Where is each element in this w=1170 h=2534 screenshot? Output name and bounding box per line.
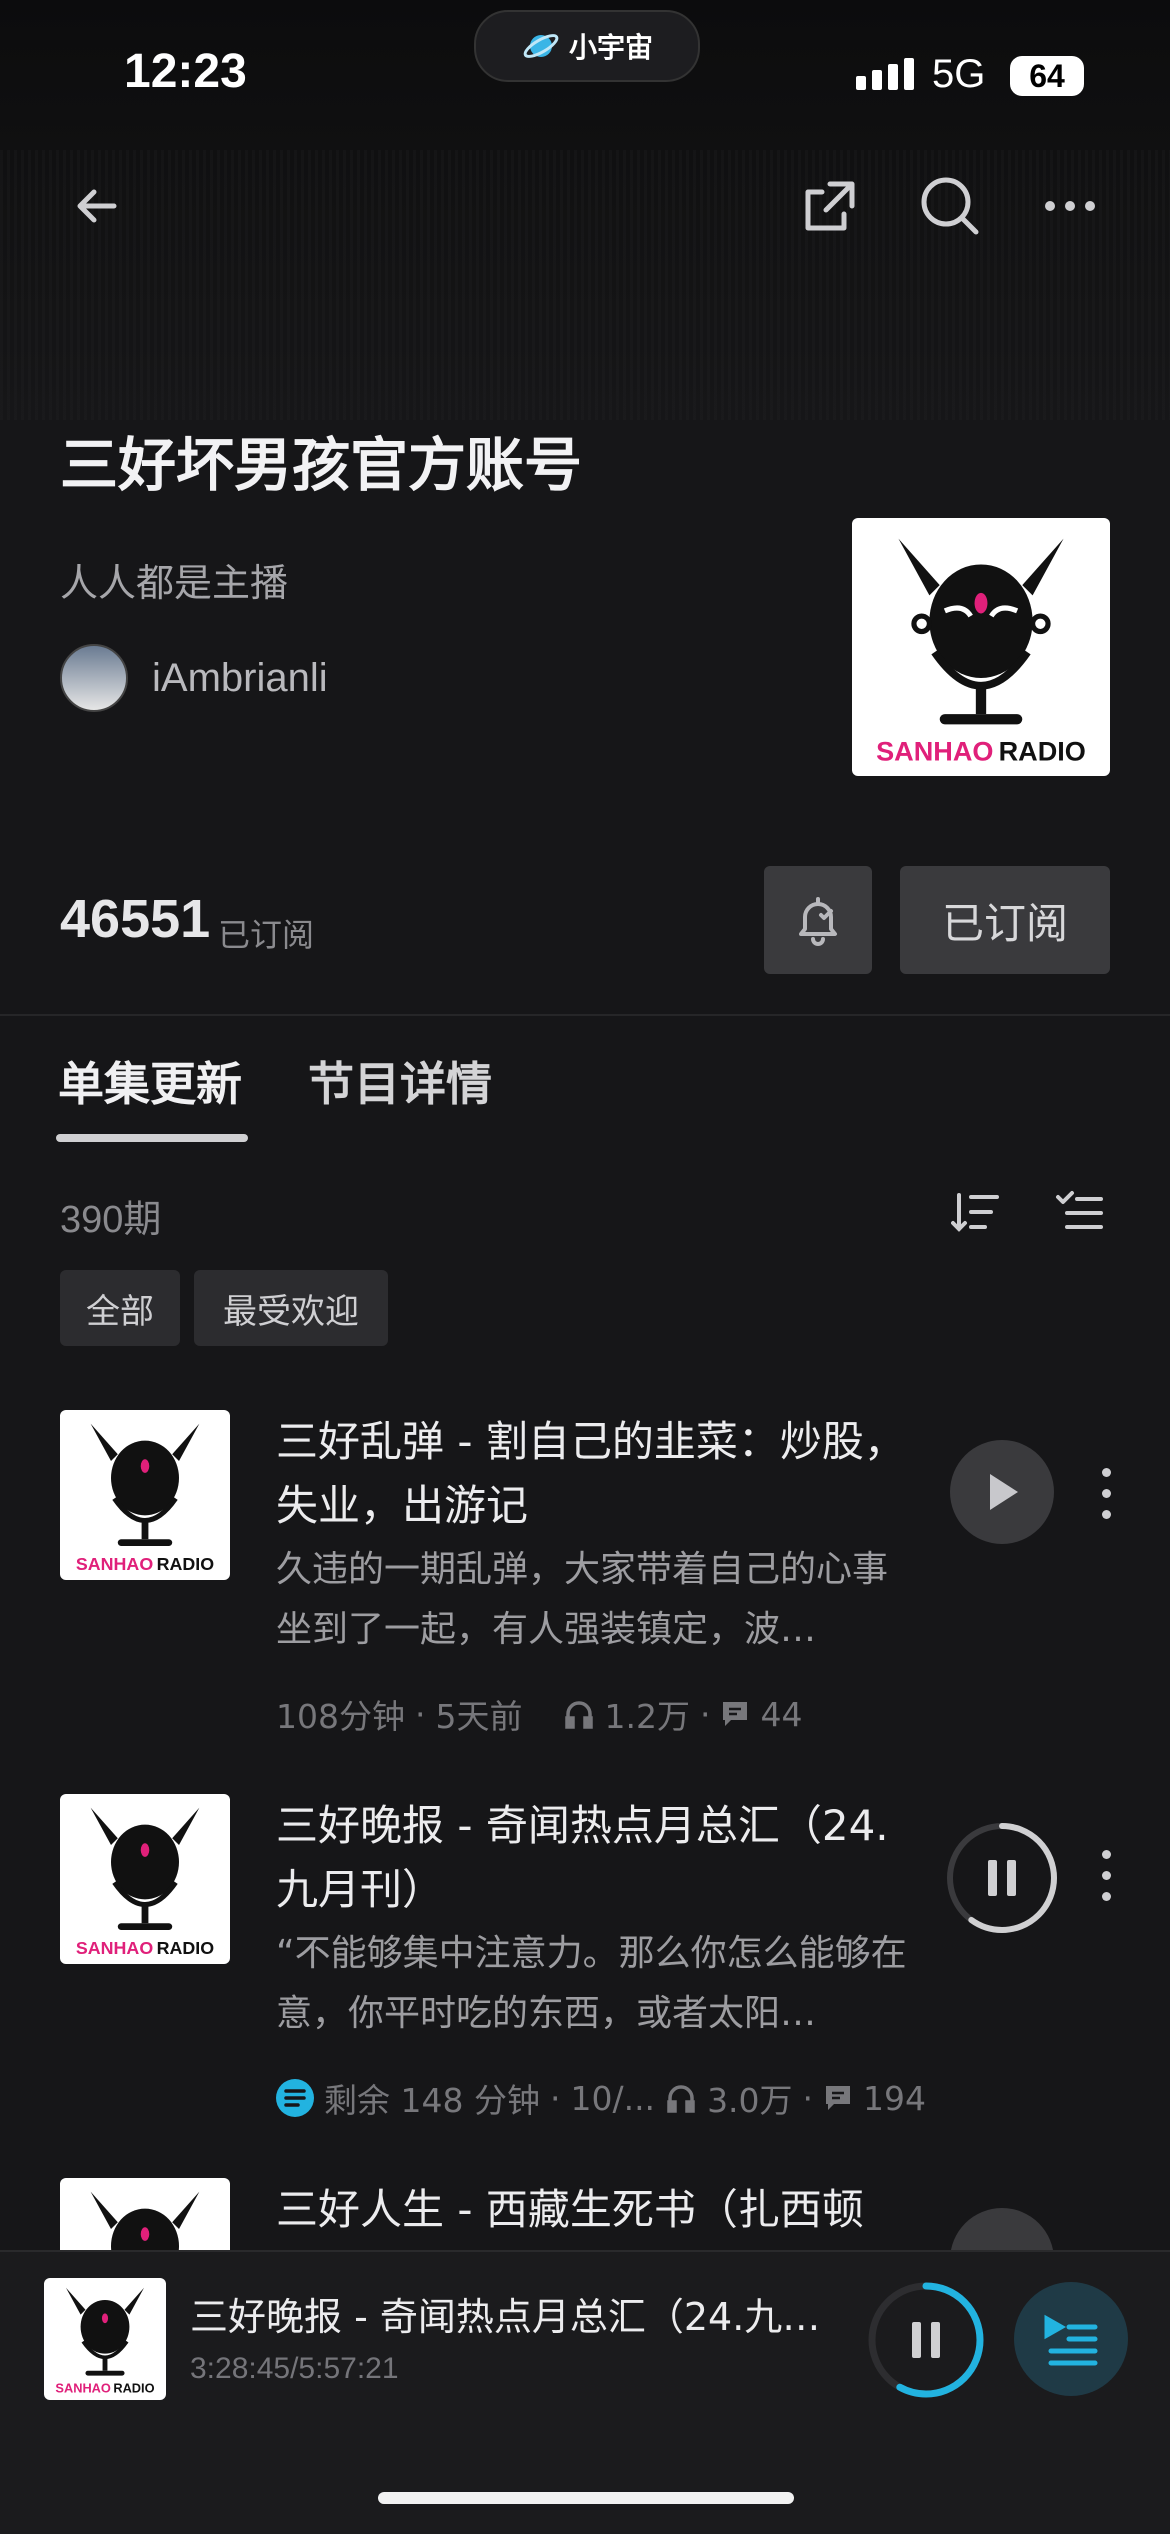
- episode-cover[interactable]: SANHAO RADIO: [60, 1410, 230, 1580]
- meta-separator: ·: [802, 2078, 814, 2118]
- episode-title[interactable]: 三好人生 - 西藏生死书（扎西顿: [276, 2178, 916, 2242]
- comment-icon: [826, 2086, 851, 2110]
- cover-text-b: RADIO: [113, 2381, 154, 2396]
- search-button[interactable]: [910, 166, 990, 246]
- svg-text:SANHAORADIO: SANHAO RADIO: [55, 2381, 154, 2396]
- sanhao-logo: SANHAO RADIO: [76, 1807, 214, 1958]
- signal-icon: [856, 58, 914, 90]
- sanhao-logo: SANHAO RADIO: [76, 1423, 214, 1574]
- episode-plays: 1.2万: [604, 1697, 690, 1736]
- svg-text:SANHAORADIO: SANHAO RADIO: [76, 1554, 214, 1574]
- episode-comments: 44: [760, 1694, 803, 1734]
- subscriber-count: 46551: [60, 889, 211, 949]
- status-time: 12:23: [124, 45, 247, 98]
- sanhao-logo: [90, 2191, 200, 2250]
- cover-text-b: RADIO: [157, 1938, 215, 1958]
- share-button[interactable]: [790, 166, 870, 246]
- cover-text-a: SANHAO: [76, 1938, 153, 1958]
- header-texture: [0, 150, 1170, 420]
- cover-text-a: SANHAO: [76, 1554, 153, 1574]
- cover-text-a: SANHAO: [55, 2381, 111, 2396]
- cover-text-b: RADIO: [157, 1554, 215, 1574]
- svg-text:SANHAORADIO: SANHAO RADIO: [876, 736, 1086, 767]
- episode-comments: 194: [863, 2078, 927, 2118]
- notification-button[interactable]: [764, 866, 872, 974]
- player-pause-button[interactable]: [866, 2280, 986, 2400]
- queue-icon: [276, 2079, 314, 2117]
- episode-cover[interactable]: [60, 2178, 230, 2250]
- episode-count: 390期: [60, 1199, 162, 1241]
- more-horizontal-icon: [1045, 201, 1095, 211]
- author-row[interactable]: iAmbrianli: [60, 644, 328, 712]
- pause-icon: [988, 1860, 1016, 1896]
- dynamic-island[interactable]: 小宇宙: [474, 10, 700, 82]
- sanhao-logo: SANHAO RADIO: [55, 2287, 155, 2396]
- episode-title[interactable]: 三好乱弹 - 割自己的韭菜：炒股，失业，出游记: [276, 1410, 916, 1538]
- tab-indicator: [56, 1134, 248, 1142]
- home-indicator: [378, 2492, 794, 2504]
- playlist-button[interactable]: [1014, 2282, 1128, 2396]
- episode-title[interactable]: 三好晚报 - 奇闻热点月总汇（24.九月刊）: [276, 1794, 916, 1922]
- meta-separator: ·: [699, 1694, 711, 1734]
- player-progress-ring: [868, 2282, 984, 2398]
- episode-meta: 剩余 148 分钟 · 10/... 3.0万 · 194: [276, 2074, 926, 2122]
- network-type: 5G: [932, 52, 986, 96]
- now-playing-cover[interactable]: SANHAO RADIO: [44, 2278, 166, 2400]
- episode-description: “不能够集中注意力。那么你怎么能够在意，你平时吃的东西，或者太阳…: [276, 1933, 907, 2034]
- tab-details[interactable]: 节目详情: [308, 1048, 492, 1114]
- battery-icon: 64: [1010, 56, 1084, 96]
- bell-check-icon: [799, 897, 837, 946]
- more-button[interactable]: [1030, 166, 1110, 246]
- play-button[interactable]: [950, 1440, 1054, 1544]
- meta-separator: ·: [415, 1694, 426, 1734]
- now-playing-title[interactable]: 三好晚报 - 奇闻热点月总汇（24.九…: [190, 2286, 820, 2341]
- episode-date: 10/...: [570, 2078, 656, 2118]
- episode-plays: 3.0万: [707, 2081, 793, 2120]
- play-icon: [990, 1474, 1018, 1510]
- avatar: [60, 644, 128, 712]
- now-playing-time: 3:28:45/5:57:21: [190, 2352, 399, 2385]
- comment-icon: [723, 1702, 748, 1726]
- podcast-cover: SANHAO RADIO: [852, 518, 1110, 776]
- podcast-description: 人人都是主播: [60, 561, 289, 605]
- cover-text-a: SANHAO: [876, 736, 993, 767]
- episode-remaining: 剩余 148 分钟: [324, 2081, 540, 2120]
- subscribe-button[interactable]: 已订阅: [900, 866, 1110, 974]
- pause-icon: [912, 2322, 940, 2358]
- sort-button[interactable]: [936, 1172, 1016, 1252]
- checklist-icon: [1056, 1191, 1103, 1229]
- divider: [0, 1014, 1170, 1016]
- planet-icon: [523, 34, 559, 58]
- episode-cover[interactable]: SANHAO RADIO: [60, 1794, 230, 1964]
- island-label: 小宇宙: [568, 31, 653, 64]
- sort-icon: [951, 1193, 999, 1232]
- svg-text:SANHAORADIO: SANHAO RADIO: [76, 1938, 214, 1958]
- pause-button[interactable]: [944, 1820, 1060, 1936]
- playlist-icon: [1044, 2314, 1098, 2366]
- tab-episodes[interactable]: 单集更新: [58, 1048, 242, 1114]
- back-button[interactable]: [56, 166, 136, 246]
- author-name: iAmbrianli: [152, 655, 328, 700]
- episode-description: 久违的一期乱弹，大家带着自己的心事坐到了一起，有人强装镇定，波…: [276, 1549, 889, 1650]
- subscriber-label: 已订阅: [218, 916, 315, 954]
- podcast-title: 三好坏男孩官方账号: [60, 431, 583, 499]
- cover-text-b: RADIO: [999, 736, 1086, 767]
- headphones-icon: [564, 1701, 593, 1729]
- select-button[interactable]: [1040, 1172, 1120, 1252]
- sanhao-logo: SANHAO RADIO: [876, 538, 1086, 767]
- headphones-icon: [667, 2085, 695, 2113]
- share-icon: [805, 181, 855, 231]
- search-icon: [921, 177, 979, 235]
- filter-popular[interactable]: 最受欢迎: [194, 1270, 388, 1346]
- episode-meta: 108分钟 · 5天前 1.2万 · 44: [276, 1690, 802, 1738]
- episode-more-button[interactable]: [1086, 1830, 1126, 1920]
- arrow-left-icon: [77, 189, 117, 223]
- progress-ring: [947, 1823, 1057, 1933]
- episode-more-button[interactable]: [1086, 1448, 1126, 1538]
- filter-all[interactable]: 全部: [60, 1270, 180, 1346]
- meta-separator: ·: [549, 2078, 561, 2118]
- episode-date: 5天前: [435, 1697, 523, 1736]
- episode-duration: 108分钟: [276, 1697, 405, 1736]
